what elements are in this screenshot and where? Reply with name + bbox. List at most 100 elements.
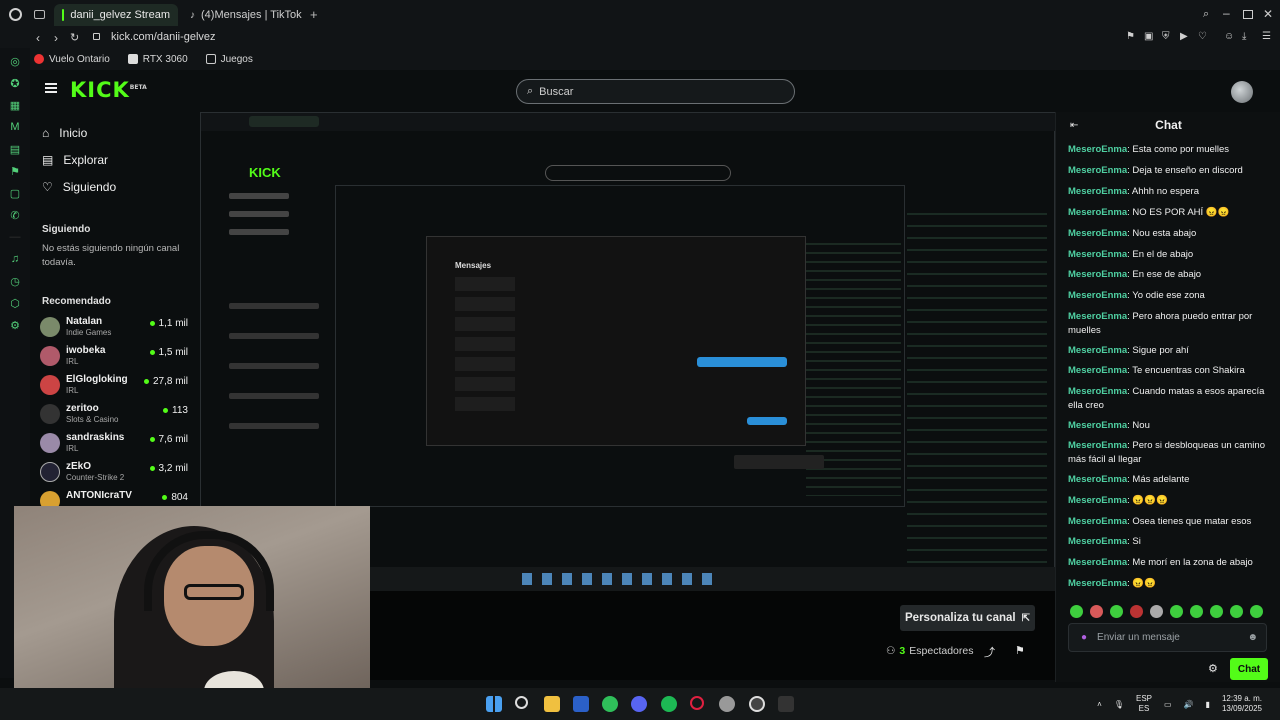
spotify-icon[interactable]: ♫	[8, 252, 22, 266]
bookmark-vuelo-ontario[interactable]: Vuelo Ontario	[34, 54, 110, 65]
kick-logo[interactable]: KICKBETA	[70, 78, 147, 102]
chat-username[interactable]: MeseroEnma	[1068, 536, 1127, 547]
discord-icon[interactable]	[631, 696, 647, 712]
volume-icon[interactable]: 🔊	[1184, 700, 1194, 709]
share-icon[interactable]: ⤴	[984, 644, 995, 660]
chat-username[interactable]: MeseroEnma	[1068, 474, 1127, 485]
chat-username[interactable]: MeseroEnma	[1068, 311, 1127, 322]
chat-username[interactable]: MeseroEnma	[1068, 440, 1127, 451]
clock[interactable]: 12:39 a. m. 13/09/2025	[1222, 694, 1262, 714]
recommended-channel[interactable]: sandraskins IRL 7,6 mil	[40, 430, 190, 458]
file-explorer-icon[interactable]	[544, 696, 560, 712]
chat-username[interactable]: MeseroEnma	[1068, 207, 1127, 218]
shield-icon[interactable]: ⛨	[1162, 31, 1170, 42]
profile-icon[interactable]: ☺	[1224, 31, 1234, 42]
chat-username[interactable]: MeseroEnma	[1068, 516, 1127, 527]
chat-username[interactable]: MeseroEnma	[1068, 186, 1127, 197]
emote-icon[interactable]	[1070, 605, 1083, 618]
emote-icon[interactable]	[1090, 605, 1103, 618]
whatsapp-icon[interactable]: ✆	[8, 208, 22, 222]
kick-sidebar-icon[interactable]: ⚑	[8, 164, 22, 178]
emote-icon[interactable]	[1210, 605, 1223, 618]
nav-explore[interactable]: ▤ Explorar	[42, 153, 108, 167]
chat-username[interactable]: MeseroEnma	[1068, 165, 1127, 176]
chat-username[interactable]: MeseroEnma	[1068, 144, 1127, 155]
send-chat-button[interactable]: Chat	[1230, 658, 1268, 680]
maximize-icon[interactable]	[1243, 10, 1253, 19]
spotify-icon[interactable]	[661, 696, 677, 712]
chat-username[interactable]: MeseroEnma	[1068, 249, 1127, 260]
emote-icon[interactable]	[1110, 605, 1123, 618]
chat-message-input[interactable]: ● Enviar un mensaje ☻	[1068, 623, 1267, 652]
chat-username[interactable]: MeseroEnma	[1068, 228, 1127, 239]
heart-icon[interactable]: ♡	[1198, 31, 1207, 42]
emote-icon[interactable]	[1150, 605, 1163, 618]
settings-icon[interactable]: ⚙	[8, 318, 22, 332]
emote-icon[interactable]	[1170, 605, 1183, 618]
player-icon[interactable]: ▶	[1180, 31, 1188, 42]
reload-icon[interactable]: ↻	[70, 31, 79, 44]
flow-icon[interactable]: ◎	[8, 54, 22, 68]
tab-manager-icon[interactable]	[34, 10, 45, 19]
emote-icon[interactable]	[1230, 605, 1243, 618]
chat-username[interactable]: MeseroEnma	[1068, 578, 1127, 589]
whatsapp-icon[interactable]	[602, 696, 618, 712]
bookmark-juegos[interactable]: Juegos	[205, 54, 253, 65]
new-tab-icon[interactable]: +	[310, 7, 318, 22]
search-icon[interactable]	[515, 696, 528, 709]
chat-username[interactable]: MeseroEnma	[1068, 420, 1127, 431]
gx-icon[interactable]: ▦	[8, 98, 22, 112]
minimize-icon[interactable]: –	[1223, 6, 1230, 20]
download-icon[interactable]: ⤓	[1242, 31, 1246, 42]
emote-icon[interactable]	[1190, 605, 1203, 618]
ai-icon[interactable]: ✪	[8, 76, 22, 90]
recommended-channel[interactable]: iwobeka IRL 1,5 mil	[40, 343, 190, 371]
obs-icon[interactable]	[749, 696, 765, 712]
emote-icon[interactable]	[1130, 605, 1143, 618]
opera-logo-icon[interactable]	[9, 8, 22, 21]
battery-icon[interactable]: ▮	[1206, 700, 1210, 709]
bookmark-rtx-3060[interactable]: RTX 3060	[127, 54, 188, 65]
workspace-icon[interactable]: ▤	[8, 142, 22, 156]
chat-username[interactable]: MeseroEnma	[1068, 557, 1127, 568]
chat-settings-icon[interactable]: ⚙	[1208, 662, 1218, 675]
extensions-icon[interactable]: ⬡	[8, 296, 22, 310]
recommended-channel[interactable]: zEkO Counter-Strike 2 3,2 mil	[40, 459, 190, 487]
search-tabs-icon[interactable]: ⌕	[1203, 8, 1209, 21]
windows-start-icon[interactable]	[486, 696, 502, 712]
tab-kick-stream[interactable]: danii_gelvez Stream	[54, 4, 178, 26]
emote-icon[interactable]	[1250, 605, 1263, 618]
recommended-channel[interactable]: Natalan Indie Games 1,1 mil	[40, 314, 190, 342]
bookmark-page-icon[interactable]: ⚑	[1126, 31, 1135, 42]
history-icon[interactable]: ◷	[8, 274, 22, 288]
app-icon[interactable]	[778, 696, 794, 712]
chat-username[interactable]: MeseroEnma	[1068, 365, 1127, 376]
menu-icon[interactable]: ☰	[1262, 31, 1271, 42]
back-icon[interactable]: ‹	[36, 31, 40, 45]
user-avatar[interactable]	[1231, 81, 1253, 103]
forward-icon[interactable]: ›	[54, 31, 58, 45]
word-icon[interactable]	[573, 696, 589, 712]
microphone-icon[interactable]: 🎙	[1114, 700, 1124, 709]
language-indicator[interactable]: ESP ES	[1136, 694, 1152, 714]
chevron-up-icon[interactable]: ˄	[1097, 700, 1102, 709]
url-field[interactable]: kick.com/danii-gelvez	[111, 31, 216, 43]
twitch-icon[interactable]: ▢	[8, 186, 22, 200]
nav-home[interactable]: ⌂ Inicio	[42, 126, 87, 140]
tab-tiktok-messages[interactable]: ♪ (4)Mensajes | TikTok ✕	[182, 4, 302, 26]
chat-username[interactable]: MeseroEnma	[1068, 345, 1127, 356]
follow-icon[interactable]: ⚑	[1015, 644, 1025, 657]
customize-channel-button[interactable]: Personaliza tu canal ⇱	[900, 605, 1035, 631]
camera-icon[interactable]: ▣	[1144, 31, 1153, 42]
nav-following[interactable]: ♡ Siguiendo	[42, 180, 116, 194]
steam-icon[interactable]	[719, 696, 735, 712]
opera-gx-icon[interactable]	[690, 696, 704, 710]
network-icon[interactable]: ▭	[1164, 700, 1172, 709]
search-input[interactable]: ⌕ Buscar	[516, 79, 795, 104]
emoji-icon[interactable]: ☻	[1247, 632, 1258, 643]
recommended-channel[interactable]: ElGlogloking IRL 27,8 mil	[40, 372, 190, 400]
messenger-icon[interactable]: M	[8, 120, 22, 134]
close-window-icon[interactable]: ✕	[1263, 7, 1273, 21]
chat-username[interactable]: MeseroEnma	[1068, 386, 1127, 397]
recommended-channel[interactable]: zeritoo Slots & Casino 113	[40, 401, 190, 429]
